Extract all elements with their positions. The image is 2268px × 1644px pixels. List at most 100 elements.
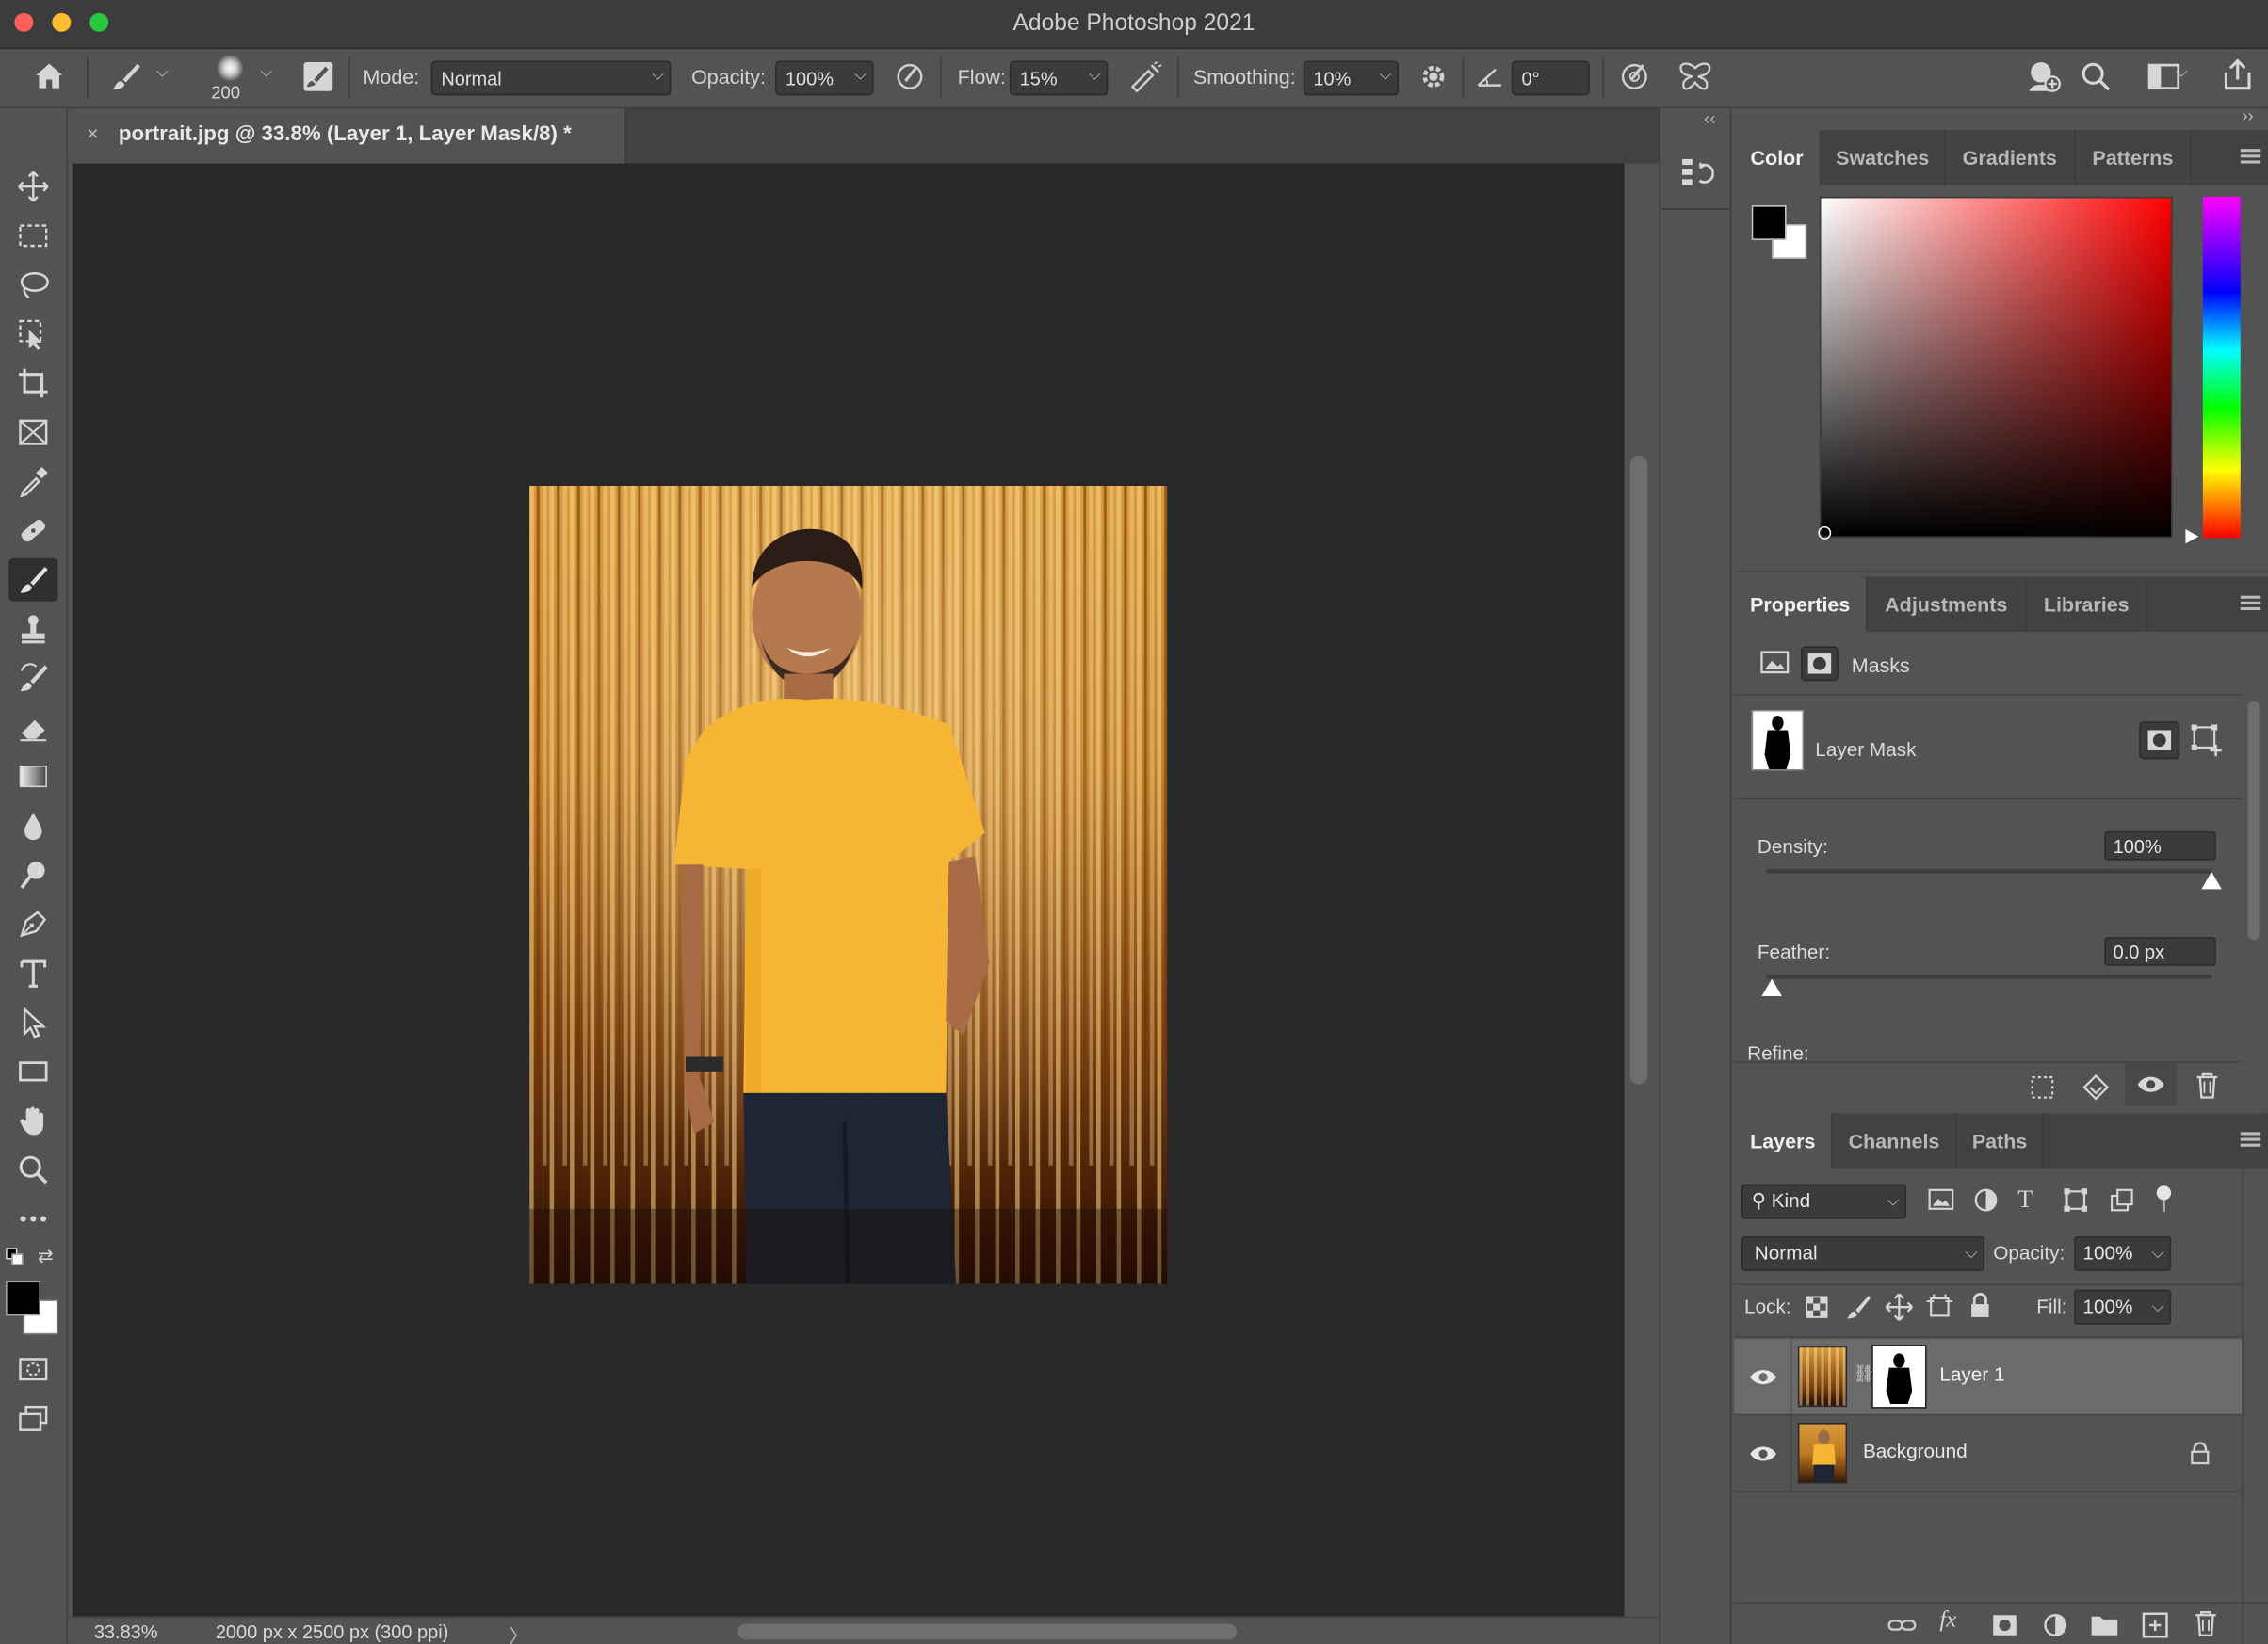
- mode-select[interactable]: Normal ⌵: [430, 60, 672, 96]
- properties-panel-menu-icon[interactable]: [2240, 595, 2261, 613]
- density-field[interactable]: 100%: [2104, 830, 2216, 861]
- layer-style-fx-button[interactable]: fx: [1939, 1608, 1956, 1635]
- tab-paths[interactable]: Paths: [1957, 1113, 2044, 1169]
- crop-tool-icon[interactable]: [8, 362, 57, 405]
- density-slider-handle[interactable]: [2201, 871, 2222, 890]
- history-brush-tool-icon[interactable]: [8, 656, 57, 700]
- eye-icon[interactable]: [1749, 1368, 1778, 1387]
- foreground-color-swatch[interactable]: [6, 1281, 40, 1316]
- mask-link-icon[interactable]: ⛓: [1853, 1363, 1874, 1383]
- tab-patterns[interactable]: Patterns: [2076, 130, 2192, 185]
- close-tab-icon[interactable]: ×: [87, 121, 99, 145]
- tab-swatches[interactable]: Swatches: [1821, 130, 1946, 185]
- lock-pixels-icon[interactable]: [1846, 1294, 1872, 1320]
- blur-tool-icon[interactable]: [8, 804, 57, 847]
- marquee-tool-icon[interactable]: [8, 214, 57, 257]
- share-export-icon[interactable]: [2219, 57, 2257, 95]
- vertical-scroll-thumb[interactable]: [1629, 455, 1648, 1085]
- smoothing-field[interactable]: 10% ⌵: [1303, 60, 1400, 96]
- new-layer-icon[interactable]: [2141, 1611, 2170, 1640]
- background-thumbnail[interactable]: [1797, 1423, 1848, 1484]
- tab-layers[interactable]: Layers: [1734, 1113, 1833, 1169]
- tab-gradients[interactable]: Gradients: [1946, 130, 2076, 185]
- hue-slider[interactable]: [2202, 196, 2241, 539]
- layer-row-background[interactable]: Background: [1734, 1415, 2243, 1491]
- add-vector-mask-icon[interactable]: [2191, 724, 2224, 757]
- brush-size-picker[interactable]: 200 ⌵: [202, 52, 289, 104]
- pen-tool-icon[interactable]: [8, 902, 57, 945]
- quick-mask-icon[interactable]: [8, 1347, 57, 1391]
- zoom-tool-icon[interactable]: [8, 1148, 57, 1191]
- layer-mask-thumbnail[interactable]: [1751, 709, 1805, 771]
- density-slider[interactable]: [1766, 868, 2212, 874]
- frame-tool-icon[interactable]: [8, 411, 57, 454]
- mask-mode-icon[interactable]: [1800, 646, 1839, 682]
- gear-icon[interactable]: [1416, 60, 1450, 95]
- home-icon[interactable]: [29, 59, 70, 97]
- filter-adjustment-icon[interactable]: [1973, 1187, 2000, 1214]
- document-tab[interactable]: × portrait.jpg @ 33.8% (Layer 1, Layer M…: [72, 108, 626, 164]
- layer-name[interactable]: Background: [1863, 1440, 1968, 1461]
- zoom-level[interactable]: 33.83%: [94, 1620, 158, 1642]
- workspace-switcher[interactable]: ⌵: [2132, 60, 2196, 95]
- pixel-layer-icon[interactable]: [1760, 649, 1790, 675]
- feather-slider[interactable]: [1766, 974, 2212, 979]
- pressure-opacity-icon[interactable]: [893, 60, 928, 95]
- dodge-tool-icon[interactable]: [8, 853, 57, 896]
- properties-scroll-thumb[interactable]: [2247, 701, 2260, 941]
- hand-tool-icon[interactable]: [8, 1099, 57, 1142]
- default-colors-icon[interactable]: [6, 1248, 24, 1265]
- flow-field[interactable]: 15% ⌵: [1009, 60, 1109, 96]
- load-selection-icon[interactable]: [2030, 1074, 2056, 1101]
- feather-slider-handle[interactable]: [1761, 978, 1782, 997]
- layer-filter-select[interactable]: ⚲ Kind ⌵: [1741, 1184, 1907, 1219]
- feather-field[interactable]: 0.0 px: [2104, 937, 2216, 966]
- new-group-icon[interactable]: [2090, 1612, 2119, 1638]
- hue-slider-handle[interactable]: [2185, 529, 2199, 544]
- path-selection-tool-icon[interactable]: [8, 1001, 57, 1044]
- filter-toggle[interactable]: [2156, 1185, 2172, 1215]
- color-picker-handle[interactable]: [1818, 525, 1832, 540]
- tab-color[interactable]: Color: [1734, 130, 1822, 185]
- panel-foreground-swatch[interactable]: [1751, 205, 1787, 240]
- type-tool-icon[interactable]: [8, 951, 57, 994]
- status-menu-arrow[interactable]: 〉: [510, 1620, 528, 1644]
- filter-shape-icon[interactable]: [2063, 1187, 2089, 1214]
- more-tools-icon[interactable]: [8, 1197, 57, 1240]
- tool-preset-picker[interactable]: ⌵: [110, 60, 177, 98]
- delete-mask-icon[interactable]: [2195, 1072, 2221, 1101]
- eraser-tool-icon[interactable]: [8, 705, 57, 749]
- lock-transparent-icon[interactable]: [1804, 1294, 1830, 1320]
- eyedropper-tool-icon[interactable]: [8, 459, 57, 503]
- layer-opacity-field[interactable]: 100% ⌵: [2074, 1235, 2172, 1271]
- clone-stamp-tool-icon[interactable]: [8, 607, 57, 651]
- lock-artboard-icon[interactable]: [1926, 1294, 1953, 1320]
- angle-field[interactable]: 0°: [1511, 60, 1590, 96]
- filter-smart-object-icon[interactable]: [2109, 1187, 2135, 1214]
- airbrush-icon[interactable]: [1126, 60, 1164, 95]
- layer-row-layer-1[interactable]: ⛓ Layer 1: [1734, 1338, 2243, 1414]
- symmetry-butterfly-icon[interactable]: [1675, 60, 1715, 95]
- fill-field[interactable]: 100% ⌵: [2074, 1289, 2172, 1325]
- layer-name[interactable]: Layer 1: [1939, 1363, 2004, 1385]
- link-layers-icon[interactable]: [1887, 1614, 1917, 1637]
- tab-libraries[interactable]: Libraries: [2027, 576, 2148, 633]
- search-icon[interactable]: [2079, 60, 2114, 95]
- share-user-icon[interactable]: [2023, 59, 2064, 97]
- pressure-size-icon[interactable]: [1617, 60, 1652, 95]
- move-tool-icon[interactable]: [8, 165, 57, 208]
- delete-layer-icon[interactable]: [2193, 1609, 2219, 1638]
- object-selection-tool-icon[interactable]: [8, 313, 57, 356]
- add-pixel-mask-icon[interactable]: [2139, 721, 2180, 760]
- brush-settings-icon[interactable]: [300, 60, 335, 95]
- blend-mode-select[interactable]: Normal ⌵: [1741, 1235, 1984, 1271]
- layer-1-mask-thumbnail[interactable]: [1871, 1345, 1927, 1409]
- filter-pixel-icon[interactable]: [1928, 1187, 1954, 1214]
- color-panel-menu-icon[interactable]: [2240, 149, 2261, 166]
- gradient-tool-icon[interactable]: [8, 755, 57, 798]
- tab-properties[interactable]: Properties: [1734, 576, 1868, 633]
- layer-1-thumbnail[interactable]: [1797, 1346, 1848, 1408]
- history-panel-icon[interactable]: [1677, 154, 1715, 192]
- lock-position-icon[interactable]: [1885, 1293, 1914, 1322]
- brush-tool-icon[interactable]: [8, 557, 58, 602]
